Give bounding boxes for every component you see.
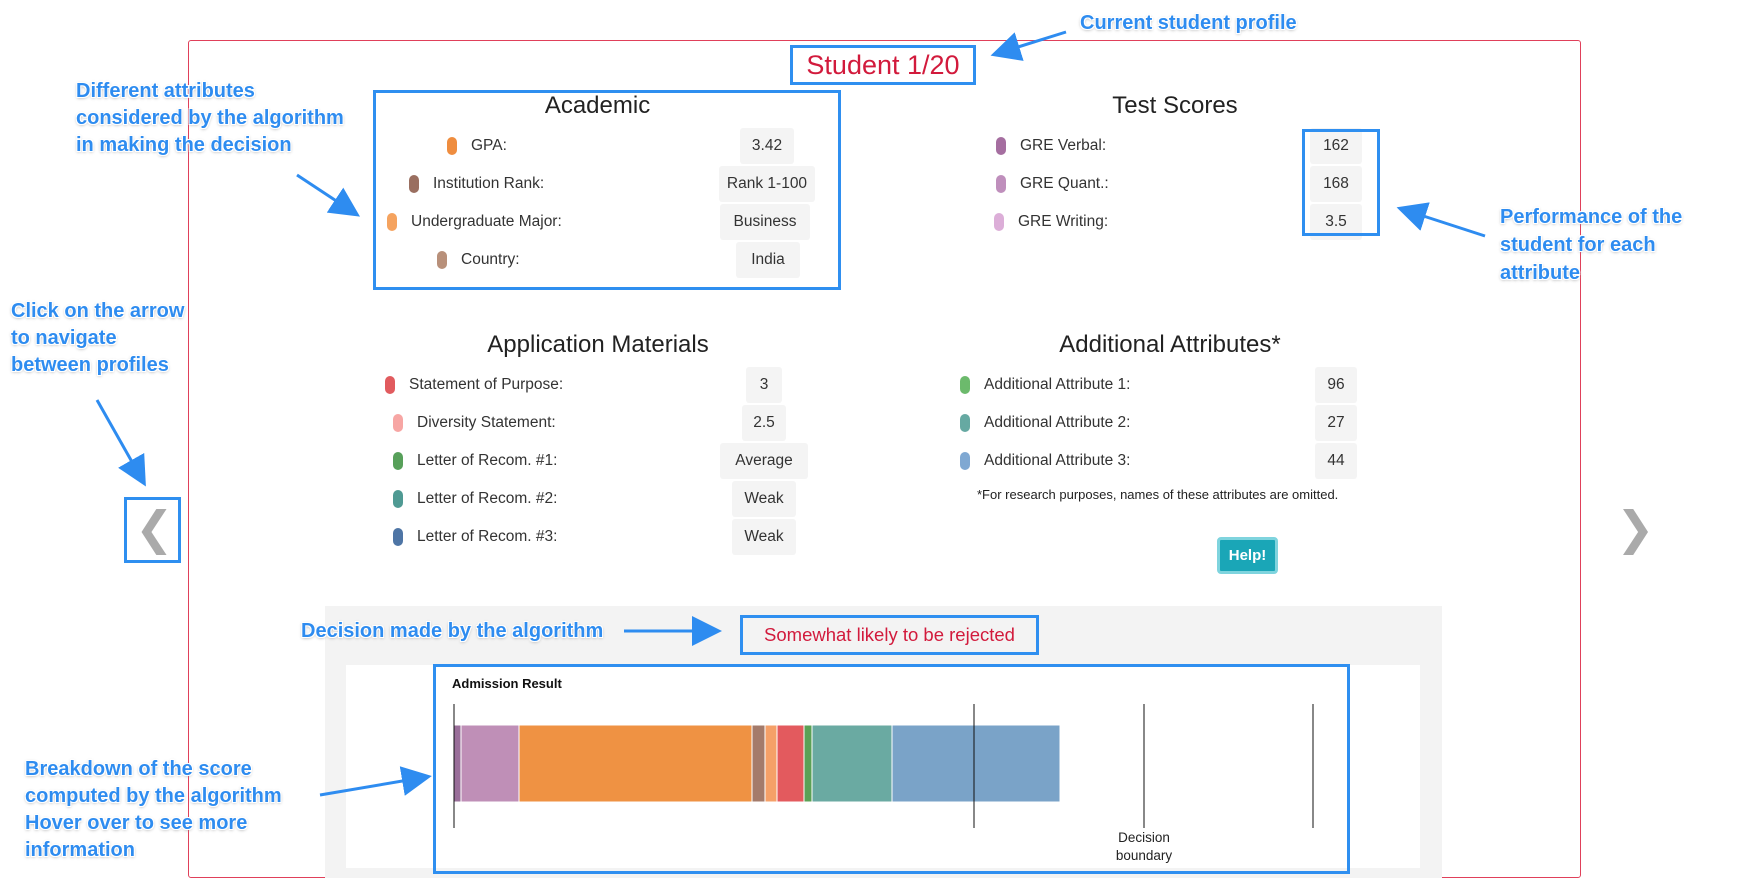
annot-decision: Decision made by the algorithm [301,620,604,642]
annot-current-profile: Current student profile [1080,12,1297,34]
annot-attributes-line3: in making the decision [76,134,292,156]
annot-arrow-breakdown [319,766,432,797]
annot-breakdown-line4: information [25,839,135,861]
annot-arrow-current-profile [990,30,1067,61]
annot-performance-line3: attribute [1500,262,1580,284]
annot-attributes-line2: considered by the algorithm [76,107,344,129]
annot-performance-line1: Performance of the [1500,206,1683,228]
annot-attributes-line1: Different attributes [76,80,255,102]
annot-arrow-attributes [296,173,361,217]
annot-breakdown-line2: computed by the algorithm [25,785,282,807]
annot-navigate-line1: Click on the arrow [11,300,185,322]
annot-arrow-navigate [95,399,146,487]
annot-breakdown-line3: Hover over to see more [25,812,248,834]
breakdown-highlight [433,664,1350,874]
annot-navigate-line3: between profiles [11,354,169,376]
annot-arrow-performance [1396,202,1486,238]
annot-breakdown-line1: Breakdown of the score [25,758,252,780]
annot-navigate-line2: to navigate [11,327,117,349]
annot-performance-line2: student for each [1500,234,1656,256]
